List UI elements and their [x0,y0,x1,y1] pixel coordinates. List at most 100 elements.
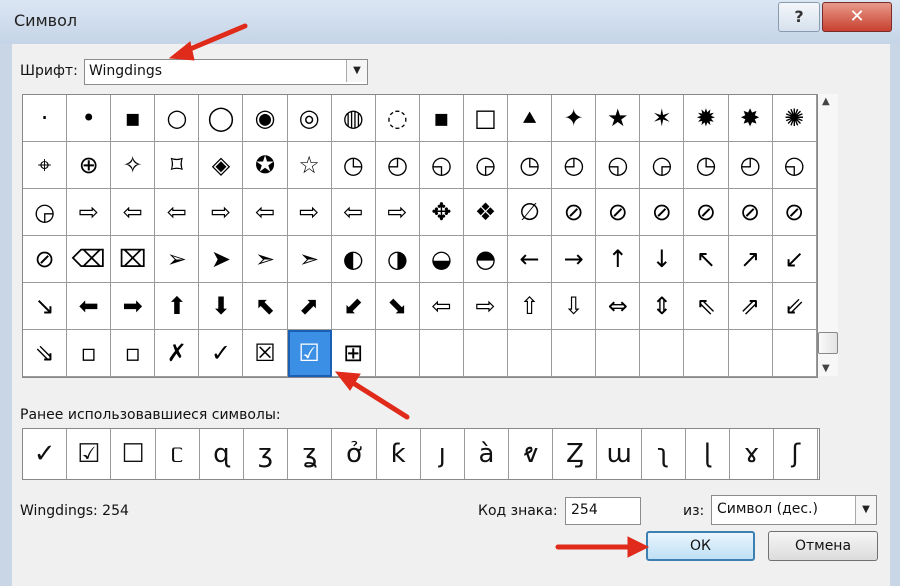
symbol-cell[interactable]: ⇕ [640,283,685,330]
scroll-up-icon[interactable]: ▲ [822,96,830,107]
symbol-cell[interactable]: ◶ [23,189,68,236]
symbol-cell[interactable]: ◷ [684,142,729,189]
symbol-cell[interactable]: ↑ [596,236,641,283]
symbol-cell[interactable]: ⇨ [67,189,112,236]
symbol-cell[interactable]: ✸ [728,95,773,142]
from-select[interactable]: Символ (дес.) ▼ [711,495,877,525]
symbol-cell[interactable]: ⇩ [552,283,597,330]
symbol-cell[interactable]: ∅ [508,189,553,236]
symbol-cell[interactable]: ⇦ [155,189,200,236]
symbol-cell[interactable]: ⇙ [772,283,817,330]
symbol-cell[interactable]: ◷ [508,142,553,189]
recent-symbol-cell[interactable]: ⱴ [509,429,554,479]
char-code-input[interactable]: 254 [565,497,641,525]
symbol-cell[interactable] [596,330,641,377]
symbol-cell[interactable] [463,330,509,377]
symbol-cell[interactable]: ⌧ [111,236,156,283]
symbol-cell[interactable]: ⇨ [287,189,332,236]
symbol-cell[interactable]: ⬉ [243,283,288,330]
symbol-cell[interactable]: ↗ [728,236,773,283]
symbol-cell[interactable]: ↘ [23,283,68,330]
symbol-cell[interactable]: ○ [155,95,200,142]
symbol-cell[interactable]: ❖ [463,189,509,236]
symbol-cell[interactable] [508,330,553,377]
symbol-cell[interactable]: ⊘ [772,189,817,236]
symbol-cell[interactable]: □ [463,95,509,142]
symbol-cell[interactable]: ⬅ [67,283,112,330]
help-button[interactable]: ? [778,2,820,32]
symbol-cell[interactable]: ◴ [375,142,420,189]
symbol-cell[interactable]: ➡ [111,283,156,330]
symbol-cell[interactable] [375,330,420,377]
symbol-cell[interactable]: ✹ [684,95,729,142]
recent-symbol-cell[interactable]: ʒ [244,429,289,479]
symbol-cell[interactable]: ◉ [243,95,288,142]
symbol-cell[interactable]: ⇨ [199,189,244,236]
symbol-cell[interactable]: ⇦ [419,283,464,330]
symbol-cell[interactable]: ◯ [199,95,244,142]
symbol-cell[interactable]: ➣ [243,236,288,283]
symbol-cell[interactable]: ◈ [199,142,244,189]
symbol-cell[interactable]: ⯅ [508,95,553,142]
symbol-cell[interactable]: ⇔ [596,283,641,330]
recent-symbol-cell[interactable]: ɯ [597,429,642,479]
symbol-cell[interactable]: • [67,95,112,142]
symbol-cell[interactable]: ▪ [111,95,156,142]
scroll-down-icon[interactable]: ▼ [822,363,830,374]
close-button[interactable]: ✕ [822,2,892,32]
symbol-cell[interactable]: ◵ [419,142,464,189]
symbol-cell[interactable]: ➢ [155,236,200,283]
recent-symbol-cell[interactable]: ✓ [23,429,68,479]
cancel-button[interactable]: Отмена [768,531,878,561]
symbol-cell[interactable]: ✶ [640,95,685,142]
symbol-cell[interactable] [772,330,817,377]
symbol-cell[interactable]: ⇨ [463,283,509,330]
symbol-cell[interactable]: ⇗ [728,283,773,330]
symbol-cell[interactable]: ➤ [199,236,244,283]
symbol-cell[interactable]: ⬊ [375,283,420,330]
symbol-cell[interactable]: ◷ [331,142,376,189]
symbol-cell[interactable]: ⊘ [640,189,685,236]
symbol-cell[interactable]: ⊘ [23,236,68,283]
symbol-cell[interactable]: ⇘ [23,330,68,377]
symbol-cell[interactable] [419,330,464,377]
symbol-cell[interactable]: ✗ [155,330,200,377]
recent-symbol-cell[interactable]: ʅ [642,429,686,479]
recent-symbol-cell[interactable]: ȷ [421,429,465,479]
symbol-cell[interactable]: ⬋ [331,283,376,330]
symbol-cell[interactable] [640,330,685,377]
symbol-cell[interactable]: ⊘ [596,189,641,236]
symbol-cell[interactable] [684,330,729,377]
symbol-cell[interactable]: ✥ [419,189,464,236]
symbol-cell[interactable]: ◒ [419,236,464,283]
recent-symbol-cell[interactable]: ☑ [67,429,112,479]
symbol-cell[interactable] [552,330,597,377]
chevron-down-icon[interactable]: ▼ [855,496,876,524]
recent-symbol-cell[interactable]: à [465,429,510,479]
symbol-cell-selected[interactable]: ☑ [287,330,332,377]
symbol-cell[interactable]: ◍ [331,95,376,142]
symbol-cell[interactable]: · [23,95,68,142]
recent-symbol-cell[interactable]: ᥴ [156,429,200,479]
chevron-down-icon[interactable]: ▼ [346,60,367,82]
symbol-cell[interactable]: ← [508,236,553,283]
symbol-cell[interactable]: ⊘ [728,189,773,236]
symbol-cell[interactable]: ✧ [111,142,156,189]
recent-symbol-cell[interactable]: ☐ [111,429,156,479]
recent-symbol-cell[interactable]: ʓ [288,429,333,479]
symbol-cell[interactable]: ⇧ [508,283,553,330]
symbol-cell[interactable]: ⇦ [331,189,376,236]
symbol-cell[interactable]: ⇨ [375,189,420,236]
recent-symbol-cell[interactable]: ở [332,429,377,479]
symbol-cell[interactable]: ➣ [287,236,332,283]
symbol-cell[interactable]: ⊞ [331,330,376,377]
symbol-cell[interactable]: ✓ [199,330,244,377]
symbol-cell[interactable]: ◶ [463,142,509,189]
symbol-cell[interactable]: ↙ [772,236,817,283]
symbol-cell[interactable]: ⌖ [23,142,68,189]
symbol-cell[interactable]: ⇦ [111,189,156,236]
symbol-cell[interactable]: ✪ [243,142,288,189]
ok-button[interactable]: ОК [646,531,755,561]
symbol-cell[interactable]: ⇖ [684,283,729,330]
symbol-cell[interactable]: ◵ [772,142,817,189]
